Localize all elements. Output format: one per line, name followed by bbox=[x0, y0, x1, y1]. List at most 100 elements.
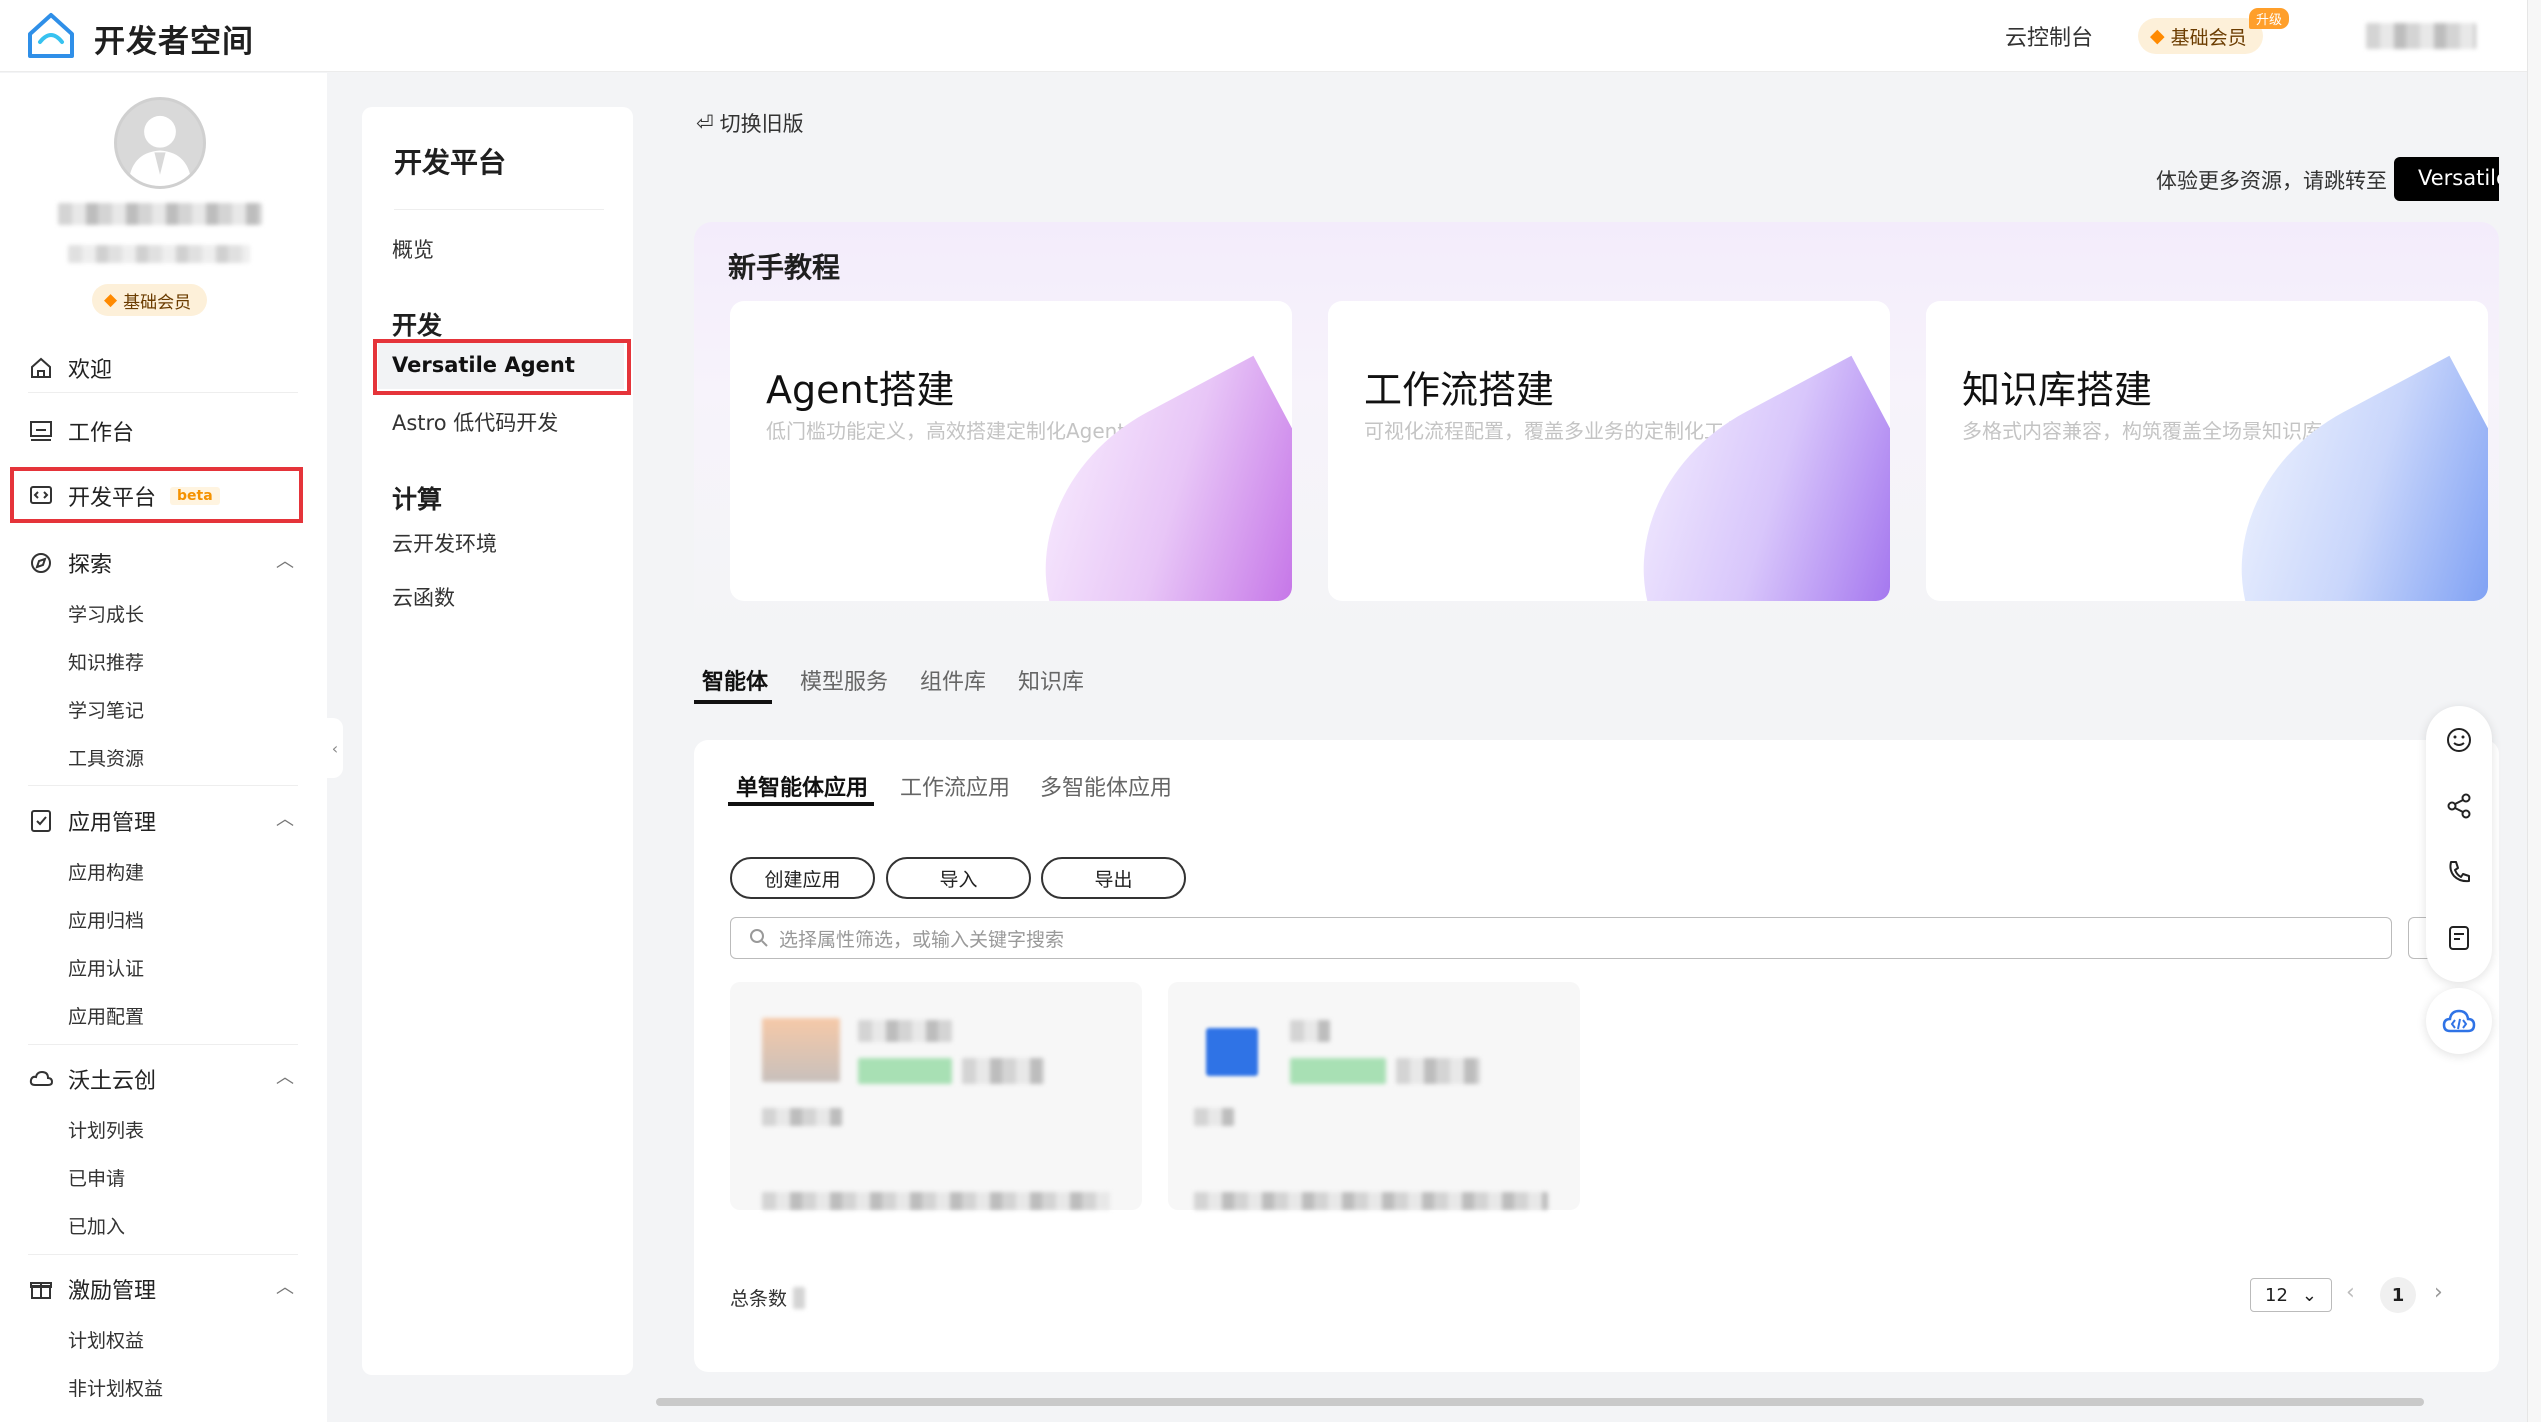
sidebar-subitem[interactable]: 知识推荐 bbox=[68, 648, 144, 675]
highlight-box bbox=[10, 467, 303, 523]
dashboard-icon bbox=[30, 421, 52, 441]
sidebar-subitem[interactable]: 已申请 bbox=[68, 1164, 125, 1191]
vertical-scrollbar[interactable] bbox=[2527, 0, 2541, 1422]
promo-text: 体验更多资源，请跳转至 bbox=[2156, 169, 2387, 193]
total-value bbox=[793, 1286, 806, 1309]
member-badge[interactable]: ◆ 基础会员 bbox=[92, 284, 208, 316]
app-name bbox=[858, 1020, 952, 1042]
divider bbox=[28, 1044, 298, 1045]
sidebar-item-label: 沃土云创 bbox=[68, 1069, 157, 1094]
member-label: 基础会员 bbox=[2170, 26, 2247, 49]
total-count: 总条数 bbox=[730, 1284, 806, 1311]
app-icon bbox=[1206, 1028, 1258, 1076]
sidebar-subitem[interactable]: 计划列表 bbox=[68, 1116, 144, 1143]
search-input[interactable]: 选择属性筛选，或输入关键字搜索 bbox=[730, 917, 2392, 959]
tab-multi-agent[interactable]: 多智能体应用 bbox=[1040, 770, 1172, 802]
sidebar-subitem[interactable]: 计划权益 bbox=[68, 1326, 144, 1353]
explore-icon bbox=[31, 553, 51, 573]
logo-title[interactable]: 开发者空间 bbox=[94, 16, 254, 61]
sidebar-item-welcome[interactable]: 欢迎 bbox=[28, 352, 112, 384]
sidebar-group-cloud-create[interactable]: 沃土云创 bbox=[28, 1063, 156, 1095]
panel-title: 开发平台 bbox=[394, 146, 507, 179]
page-size-select[interactable]: 12 ⌄ bbox=[2250, 1278, 2332, 1312]
console-link[interactable]: 云控制台 bbox=[2005, 20, 2093, 52]
user-avatar-icon bbox=[128, 115, 192, 186]
logo-icon[interactable] bbox=[26, 12, 76, 60]
import-button[interactable]: 导入 bbox=[886, 857, 1031, 899]
card-subtitle: 低门槛功能定义，高效搭建定制化Agent bbox=[766, 419, 1126, 443]
app-card[interactable] bbox=[1168, 982, 1580, 1210]
main-tabs: 智能体 模型服务 组件库 知识库 bbox=[694, 664, 1694, 704]
app-meta bbox=[1194, 1192, 1548, 1210]
menu-item-cloud-function[interactable]: 云函数 bbox=[392, 582, 455, 612]
divider bbox=[28, 392, 298, 393]
horizontal-scrollbar[interactable] bbox=[656, 1398, 2424, 1406]
create-app-button[interactable]: 创建应用 bbox=[730, 857, 875, 899]
sidebar-subitem[interactable]: 应用构建 bbox=[68, 858, 144, 885]
next-page-button[interactable]: › bbox=[2434, 1280, 2443, 1305]
user-id bbox=[68, 245, 250, 263]
sidebar-item-label: 探索 bbox=[68, 553, 113, 578]
cloud-code-button[interactable] bbox=[2426, 988, 2492, 1054]
search-placeholder: 选择属性筛选，或输入关键字搜索 bbox=[779, 928, 1065, 951]
feedback-icon[interactable] bbox=[2445, 924, 2473, 952]
tab-single-agent[interactable]: 单智能体应用 bbox=[736, 770, 868, 802]
tutorial-card-workflow[interactable]: 工作流搭建 可视化流程配置，覆盖多业务的定制化工作流 bbox=[1328, 301, 1890, 601]
card-title: Agent搭建 bbox=[766, 368, 955, 412]
app-card[interactable] bbox=[730, 982, 1142, 1210]
floating-toolbar bbox=[2426, 706, 2492, 982]
export-button[interactable]: 导出 bbox=[1041, 857, 1186, 899]
sidebar-subitem[interactable]: 应用配置 bbox=[68, 1002, 144, 1029]
tutorial-section: 新手教程 Agent搭建 低门槛功能定义，高效搭建定制化Agent 工作流搭建 … bbox=[694, 222, 2499, 636]
smile-icon[interactable] bbox=[2445, 726, 2473, 754]
sidebar-subitem[interactable]: 已加入 bbox=[68, 1212, 125, 1239]
tab-component-lib[interactable]: 组件库 bbox=[920, 664, 986, 696]
chevron-up-icon[interactable]: ︿ bbox=[276, 1273, 294, 1299]
sidebar-collapse-button[interactable]: ‹ bbox=[327, 718, 343, 778]
menu-item-astro[interactable]: Astro 低代码开发 bbox=[392, 407, 558, 437]
cloud-create-icon bbox=[29, 1070, 54, 1086]
card-subtitle: 多格式内容兼容，构筑覆盖全场景知识库 bbox=[1962, 419, 2322, 443]
sidebar-item-label: 欢迎 bbox=[68, 358, 113, 383]
sidebar-subitem[interactable]: 工具资源 bbox=[68, 744, 144, 771]
share-icon[interactable] bbox=[2445, 792, 2473, 820]
sidebar-group-app-manage[interactable]: 应用管理 bbox=[28, 805, 156, 837]
app-icon bbox=[762, 1018, 840, 1082]
prev-page-button[interactable]: ‹ bbox=[2346, 1280, 2355, 1305]
app-desc bbox=[762, 1108, 842, 1126]
switch-old-version[interactable]: ⏎ 切换旧版 bbox=[696, 108, 804, 138]
menu-item-overview[interactable]: 概览 bbox=[392, 234, 434, 264]
sidebar-group-incentive[interactable]: 激励管理 bbox=[28, 1273, 156, 1305]
sidebar-subitem[interactable]: 非计划权益 bbox=[68, 1374, 163, 1401]
chevron-up-icon[interactable]: ︿ bbox=[276, 805, 294, 831]
diamond-icon: ◆ bbox=[2150, 25, 2165, 47]
menu-group-compute: 计算 bbox=[392, 485, 443, 514]
sidebar-subitem[interactable]: 学习成长 bbox=[68, 600, 144, 627]
tab-agent[interactable]: 智能体 bbox=[702, 664, 768, 696]
current-page[interactable]: 1 bbox=[2380, 1277, 2416, 1313]
app-tag bbox=[1396, 1058, 1480, 1084]
phone-icon[interactable] bbox=[2445, 858, 2473, 886]
upgrade-badge[interactable]: 升级 bbox=[2249, 8, 2290, 29]
member-badge[interactable]: ◆ 基础会员 bbox=[2138, 18, 2263, 54]
versatile-button[interactable]: Versatile bbox=[2394, 157, 2499, 201]
menu-item-cloud-dev-env[interactable]: 云开发环境 bbox=[392, 528, 497, 558]
switch-old-label: 切换旧版 bbox=[719, 112, 804, 136]
chevron-up-icon[interactable]: ︿ bbox=[276, 1063, 294, 1089]
avatar[interactable] bbox=[114, 97, 206, 189]
tab-underline bbox=[694, 700, 772, 704]
sidebar-item-label: 应用管理 bbox=[68, 811, 157, 836]
tutorial-card-agent[interactable]: Agent搭建 低门槛功能定义，高效搭建定制化Agent bbox=[730, 301, 1292, 601]
sidebar-subitem[interactable]: 应用认证 bbox=[68, 954, 144, 981]
tab-model-service[interactable]: 模型服务 bbox=[800, 664, 888, 696]
sidebar-item-workbench[interactable]: 工作台 bbox=[28, 415, 134, 447]
total-label: 总条数 bbox=[730, 1288, 788, 1310]
user-menu[interactable] bbox=[2366, 23, 2476, 49]
sidebar-subitem[interactable]: 应用归档 bbox=[68, 906, 144, 933]
tab-workflow-app[interactable]: 工作流应用 bbox=[900, 770, 1010, 802]
tab-knowledge-base[interactable]: 知识库 bbox=[1018, 664, 1084, 696]
sidebar-group-explore[interactable]: 探索 bbox=[28, 547, 112, 579]
tutorial-card-knowledge[interactable]: 知识库搭建 多格式内容兼容，构筑覆盖全场景知识库 bbox=[1926, 301, 2488, 601]
sidebar-subitem[interactable]: 学习笔记 bbox=[68, 696, 144, 723]
chevron-up-icon[interactable]: ︿ bbox=[276, 547, 294, 573]
